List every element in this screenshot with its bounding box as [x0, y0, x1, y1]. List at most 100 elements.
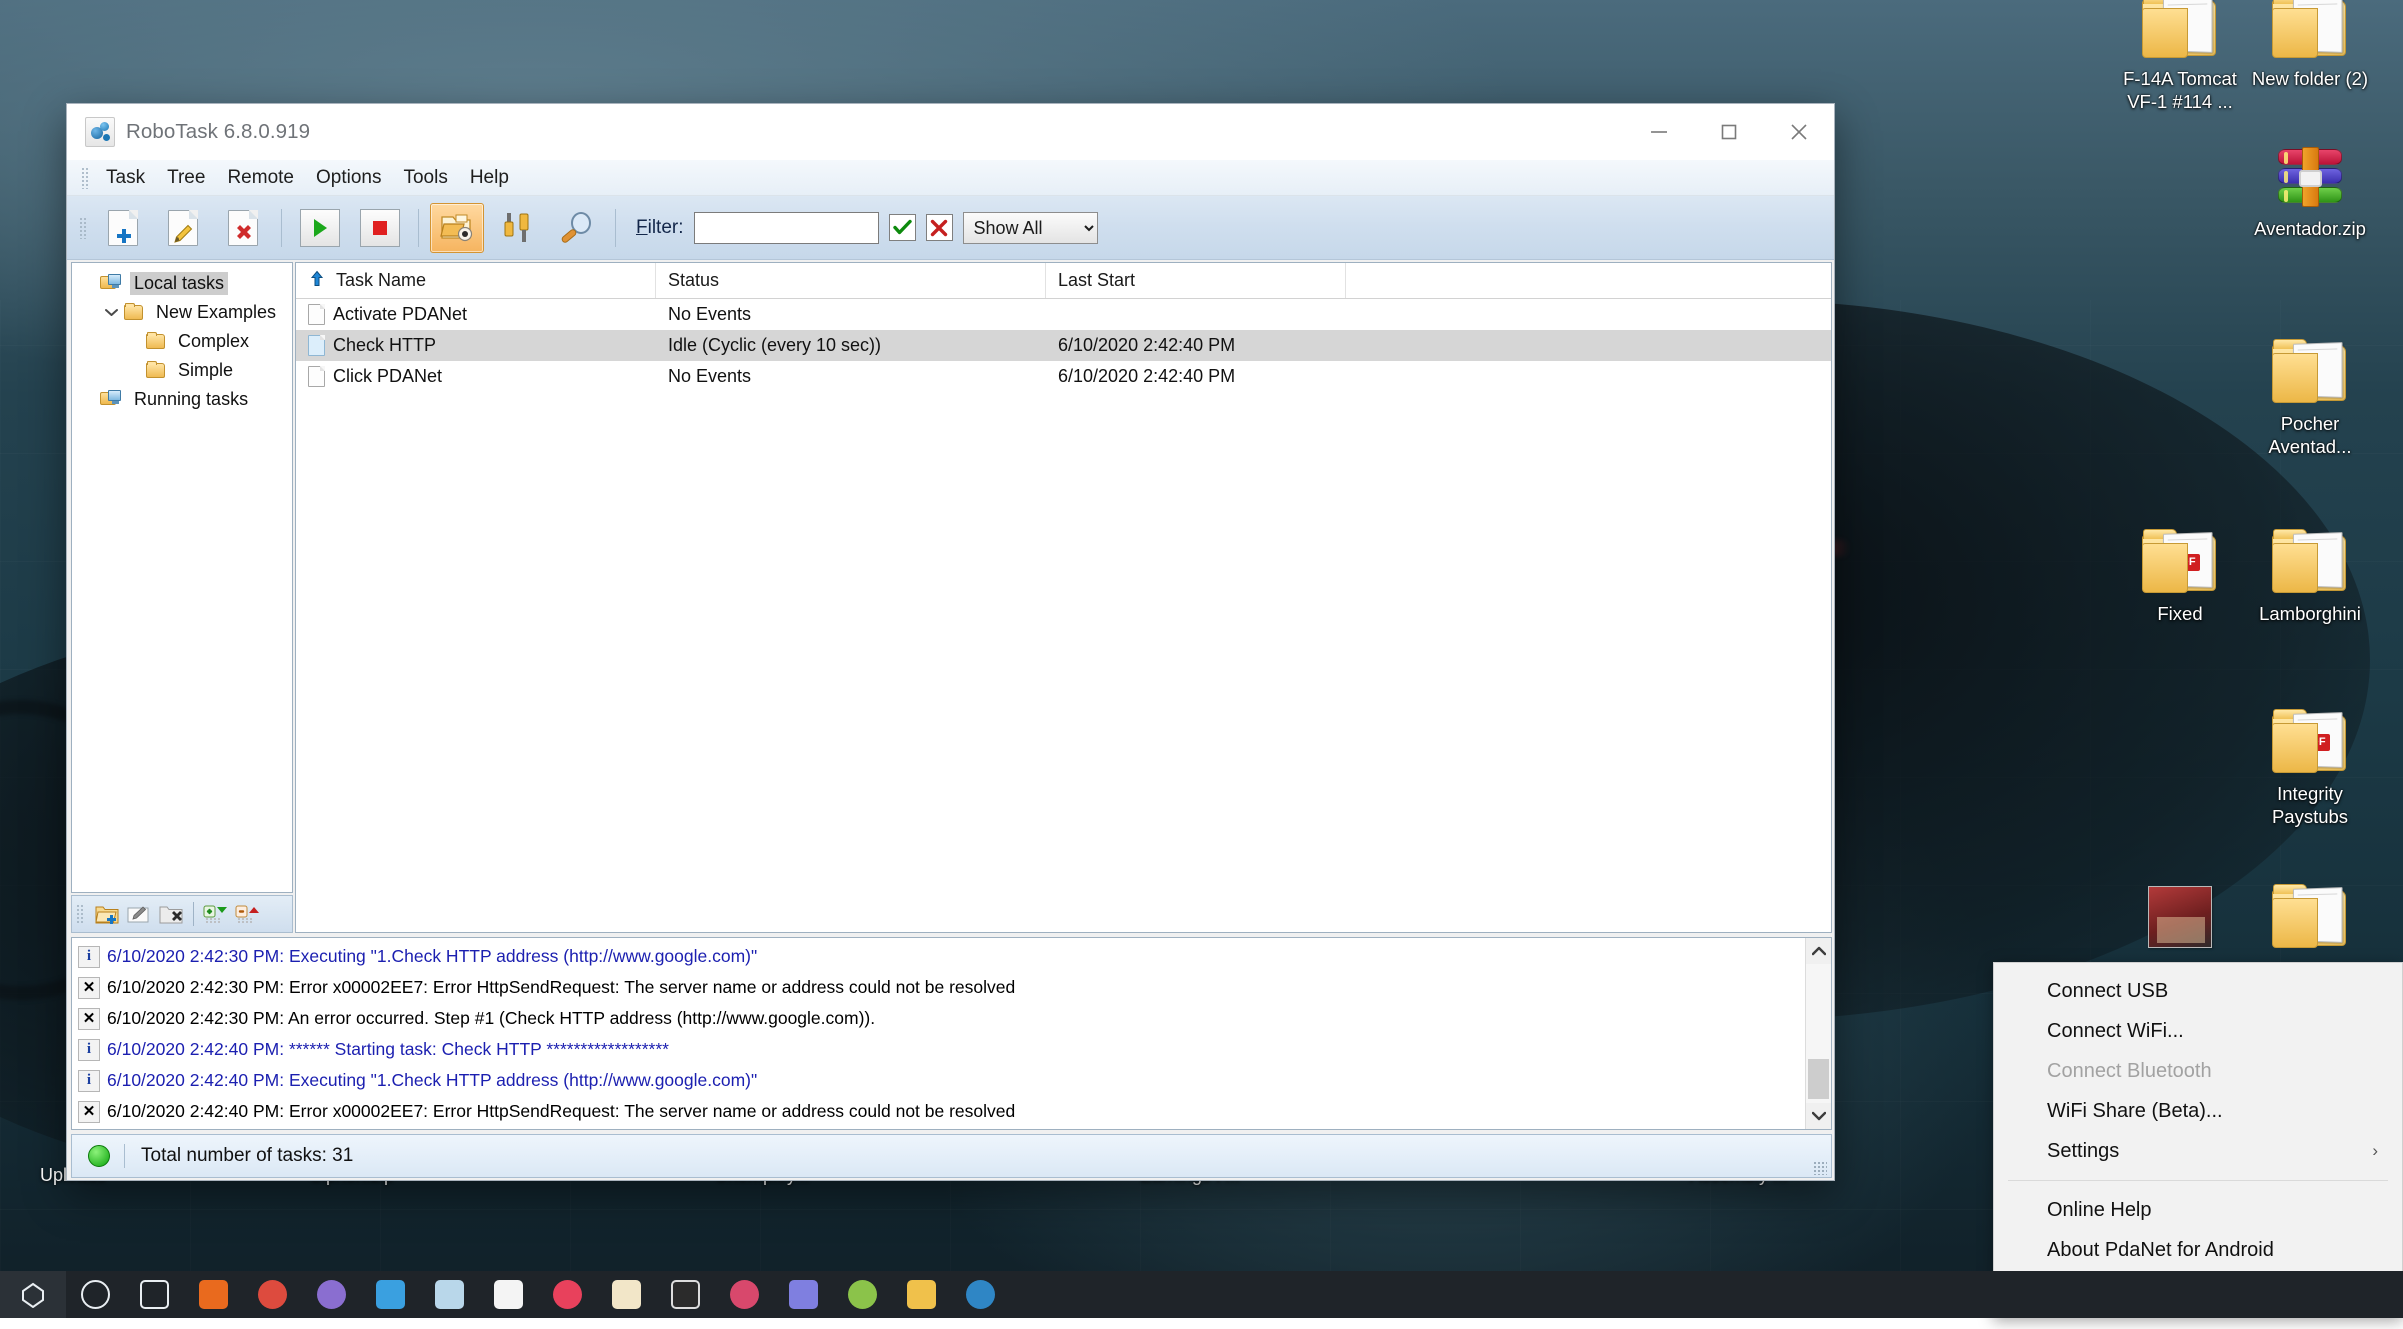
tree-expander-icon[interactable] [100, 308, 122, 317]
taskbar[interactable] [0, 1271, 2403, 1318]
menu-item-tree[interactable]: Tree [156, 163, 216, 193]
column-header-label: Task Name [336, 270, 426, 291]
taskbar-photos[interactable] [721, 1271, 768, 1318]
taskbar-folder[interactable] [898, 1271, 945, 1318]
menu-item-options[interactable]: Options [305, 163, 392, 193]
desktop-icon-aventador-zip[interactable]: Aventador.zip [2235, 140, 2385, 241]
taskbar-paint[interactable] [603, 1271, 650, 1318]
menu-item-label: Settings [2047, 1140, 2119, 1163]
menu-bar[interactable]: TaskTreeRemoteOptionsToolsHelp [67, 160, 1834, 196]
task-tree-panel[interactable]: Local tasksNew ExamplesComplexSimpleRunn… [71, 262, 293, 893]
edit-task-button[interactable] [156, 203, 210, 253]
pdanet-menu-item-connect-wifi[interactable]: Connect WiFi... [1994, 1011, 2402, 1051]
task-list-rows[interactable]: Activate PDANetNo EventsCheck HTTPIdle (… [296, 299, 1831, 392]
search-button[interactable] [550, 203, 604, 253]
taskbar-cortana-search[interactable] [72, 1271, 119, 1318]
robotask-window[interactable]: RoboTask 6.8.0.919 TaskTreeRemoteOptions… [66, 103, 1835, 1181]
rename-folder-button[interactable] [124, 899, 154, 929]
pdanet-menu-item-settings[interactable]: Settings› [1994, 1131, 2402, 1171]
taskbar-robotask[interactable] [957, 1271, 1004, 1318]
pdanet-context-menu[interactable]: Connect USBConnect WiFi...Connect Blueto… [1993, 962, 2403, 1318]
filter-apply-button[interactable] [889, 214, 916, 241]
pdanet-menu-item-online-help[interactable]: Online Help [1994, 1190, 2402, 1230]
filter-clear-button[interactable] [926, 214, 953, 241]
taskbar-edge[interactable] [308, 1271, 355, 1318]
stop-task-button[interactable] [353, 203, 407, 253]
task-list-header[interactable]: Task Name StatusLast Start [296, 263, 1831, 299]
log-scrollbar[interactable] [1805, 938, 1831, 1129]
cortana-circle-icon [81, 1280, 110, 1309]
maximize-button[interactable] [1694, 104, 1764, 160]
column-header-status[interactable]: Status [656, 263, 1046, 298]
desktop-icon-label: Integrity Paystubs [2235, 783, 2385, 828]
close-button[interactable] [1764, 104, 1834, 160]
log-scroll-up-button[interactable] [1806, 938, 1831, 964]
task-name-text: Click PDANet [333, 366, 442, 387]
tree-node-local-tasks[interactable]: Local tasks [78, 269, 292, 298]
taskbar-calculator[interactable] [485, 1271, 532, 1318]
table-row[interactable]: Check HTTPIdle (Cyclic (every 10 sec))6/… [296, 330, 1831, 361]
taskbar-firefox[interactable] [190, 1271, 237, 1318]
new-task-button[interactable] [96, 203, 150, 253]
minimize-button[interactable] [1624, 104, 1694, 160]
delete-folder-button[interactable] [156, 899, 186, 929]
taskbar-file-explorer[interactable] [367, 1271, 414, 1318]
filter-group[interactable]: Filter: Show AllEnabled onlyDisabled onl… [636, 212, 1098, 244]
desktop-icon-new-folder-2[interactable]: New folder (2) [2235, 0, 2385, 91]
filter-input[interactable] [694, 212, 879, 244]
table-row[interactable]: Click PDANetNo Events6/10/2020 2:42:40 P… [296, 361, 1831, 392]
toolbar-grip[interactable] [79, 217, 87, 239]
collapse-all-button[interactable] [233, 899, 263, 929]
log-scroll-down-button[interactable] [1806, 1103, 1831, 1129]
expand-all-button[interactable] [201, 899, 231, 929]
task-tree[interactable]: Local tasksNew ExamplesComplexSimpleRunn… [72, 263, 292, 414]
filter-select[interactable]: Show AllEnabled onlyDisabled only [963, 212, 1098, 244]
taskbar-items[interactable] [66, 1271, 1010, 1318]
desktop-icon-f14a-tomcat[interactable]: F-14A Tomcat VF-1 #114 ... [2105, 0, 2255, 113]
tree-toolbar-grip[interactable] [76, 904, 84, 924]
menu-item-task[interactable]: Task [95, 163, 156, 193]
log-scroll-thumb[interactable] [1808, 1059, 1829, 1099]
menu-item-help[interactable]: Help [459, 163, 520, 193]
task-list-panel[interactable]: Task Name StatusLast Start Activate PDANe… [295, 262, 1832, 933]
pdanet-menu-item-about-pdanet-for-android[interactable]: About PdaNet for Android [1994, 1230, 2402, 1270]
taskbar-music[interactable] [544, 1271, 591, 1318]
delete-task-button[interactable] [216, 203, 270, 253]
pdanet-menu-item-wifi-share-beta[interactable]: WiFi Share (Beta)... [1994, 1091, 2402, 1131]
desktop-icon-photo[interactable] [2105, 880, 2255, 958]
taskbar-chrome[interactable] [249, 1271, 296, 1318]
log-panel[interactable]: i6/10/2020 2:42:30 PM: Executing "1.Chec… [71, 937, 1832, 1130]
tree-toolbar[interactable] [71, 895, 293, 933]
taskbar-movies[interactable] [662, 1271, 709, 1318]
table-row[interactable]: Activate PDANetNo Events [296, 299, 1831, 330]
desktop-icon-fixed[interactable]: PDFFixed [2105, 525, 2255, 626]
desktop-icon-pocher-aventador[interactable]: Pocher Aventad... [2235, 335, 2385, 458]
windows-start-icon[interactable] [0, 1271, 66, 1318]
desktop-icon-integrity-paystubs[interactable]: PDFIntegrity Paystubs [2235, 705, 2385, 828]
taskbar-notepad[interactable] [780, 1271, 827, 1318]
tools-button[interactable] [490, 203, 544, 253]
toolbar[interactable]: Filter: Show AllEnabled onlyDisabled onl… [67, 196, 1834, 260]
desktop-icon-lamborghini[interactable]: Lamborghini [2235, 525, 2385, 626]
tree-node-new-examples[interactable]: New Examples [78, 298, 292, 327]
taskbar-store[interactable] [426, 1271, 473, 1318]
log-scroll-track[interactable] [1806, 964, 1831, 1103]
menubar-grip[interactable] [81, 167, 89, 189]
tree-node-simple[interactable]: Simple [78, 356, 292, 385]
column-header-task-name[interactable]: Task Name [296, 263, 656, 298]
run-task-button[interactable] [293, 203, 347, 253]
new-folder-button[interactable] [92, 899, 122, 929]
resize-grip[interactable] [1813, 1161, 1827, 1175]
tree-node-running-tasks[interactable]: Running tasks [78, 385, 292, 414]
pdanet-menu-item-connect-usb[interactable]: Connect USB [1994, 971, 2402, 1011]
window-titlebar[interactable]: RoboTask 6.8.0.919 [67, 104, 1834, 160]
desktop-icon-folder-partial[interactable] [2235, 880, 2385, 958]
taskbar-recorder[interactable] [839, 1271, 886, 1318]
menu-item-tools[interactable]: Tools [392, 163, 458, 193]
pdanet-menu-item-connect-bluetooth: Connect Bluetooth [1994, 1051, 2402, 1091]
taskbar-task-view[interactable] [131, 1271, 178, 1318]
tree-node-complex[interactable]: Complex [78, 327, 292, 356]
menu-item-remote[interactable]: Remote [216, 163, 305, 193]
watch-folder-button[interactable] [430, 203, 484, 253]
column-header-last-start[interactable]: Last Start [1046, 263, 1346, 298]
